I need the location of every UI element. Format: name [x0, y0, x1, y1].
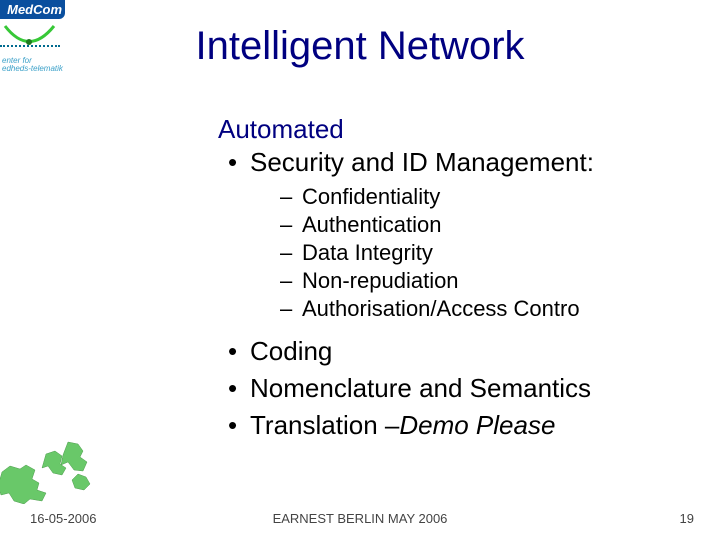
bullet-dot-icon: • [228, 410, 250, 441]
sub-bullet-text: Non-repudiation [302, 268, 459, 294]
sub-bullet-text: Authorisation/Access Contro [302, 296, 580, 322]
dash-icon: – [280, 240, 302, 266]
security-sublist: – Confidentiality – Authentication – Dat… [280, 184, 688, 322]
sub-bullet: – Confidentiality [280, 184, 688, 210]
slide-body: Automated • Security and ID Management: … [218, 114, 688, 447]
bullet-coding: • Coding [228, 336, 688, 367]
bullet-translation: • Translation –Demo Please [228, 410, 688, 441]
sub-bullet: – Non-repudiation [280, 268, 688, 294]
slide-title: Intelligent Network [0, 24, 720, 69]
dash-icon: – [280, 184, 302, 210]
subheading: Automated [218, 114, 688, 145]
bullet-translation-prefix: Translation – [250, 410, 399, 440]
dash-icon: – [280, 268, 302, 294]
bullet-text: Translation –Demo Please [250, 410, 555, 441]
sub-bullet: – Authentication [280, 212, 688, 238]
bullet-dot-icon: • [228, 373, 250, 404]
bullet-text: Coding [250, 336, 332, 367]
dash-icon: – [280, 212, 302, 238]
sub-bullet: – Authorisation/Access Contro [280, 296, 688, 322]
bullet-dot-icon: • [228, 336, 250, 367]
bullet-dot-icon: • [228, 147, 250, 178]
dash-icon: – [280, 296, 302, 322]
bullet-text: Security and ID Management: [250, 147, 594, 178]
logo-brand: MedCom [0, 0, 65, 19]
decorative-map-icon [0, 434, 100, 504]
bullet-translation-demo: Demo Please [399, 410, 555, 440]
footer-center: EARNEST BERLIN MAY 2006 [0, 511, 720, 526]
sub-bullet: – Data Integrity [280, 240, 688, 266]
sub-bullet-text: Confidentiality [302, 184, 440, 210]
bullet-text: Nomenclature and Semantics [250, 373, 591, 404]
bullet-security: • Security and ID Management: [228, 147, 688, 178]
footer-page-number: 19 [680, 511, 694, 526]
sub-bullet-text: Authentication [302, 212, 441, 238]
sub-bullet-text: Data Integrity [302, 240, 433, 266]
bullet-nomenclature: • Nomenclature and Semantics [228, 373, 688, 404]
bottom-bullets: • Coding • Nomenclature and Semantics • … [218, 336, 688, 441]
